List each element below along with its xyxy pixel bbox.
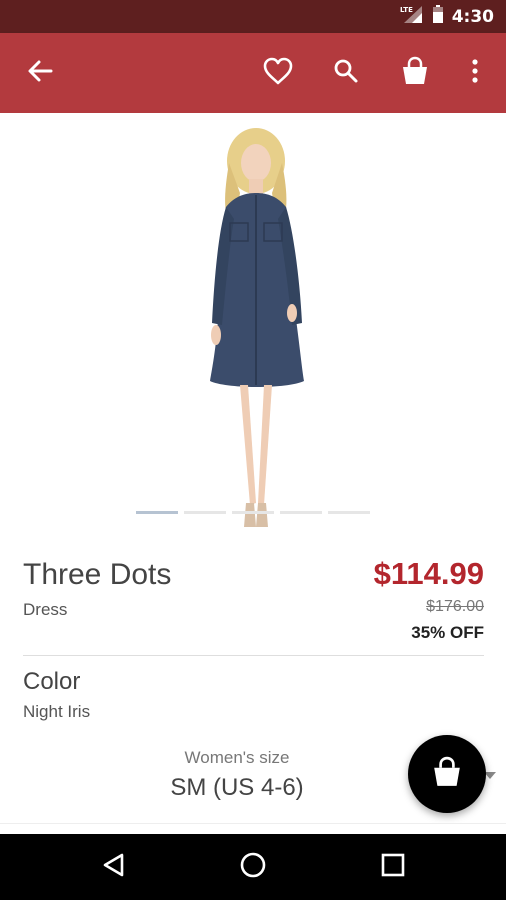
product-image-gallery[interactable] — [0, 113, 506, 538]
nav-back-button[interactable] — [92, 845, 136, 889]
image-pager — [136, 511, 370, 514]
status-time: 4:30 — [451, 6, 494, 27]
status-icons: LTE 4:30 — [400, 0, 494, 33]
shopping-bag-icon — [400, 56, 430, 91]
home-circle-icon — [239, 851, 267, 884]
size-label: Women's size — [184, 748, 290, 767]
system-nav-bar — [0, 834, 506, 900]
lte-signal-icon: LTE — [400, 4, 424, 29]
nav-recents-button[interactable] — [371, 845, 415, 889]
product-image — [210, 128, 304, 527]
color-section[interactable]: Color Night Iris — [23, 668, 90, 722]
content-bottom-edge — [0, 823, 506, 834]
pager-indicator[interactable] — [184, 511, 226, 514]
battery-icon — [432, 4, 444, 29]
back-arrow-icon — [27, 58, 53, 89]
section-divider — [23, 655, 484, 656]
pager-indicator[interactable] — [328, 511, 370, 514]
color-value: Night Iris — [23, 702, 91, 721]
app-bar — [0, 33, 506, 113]
shopping-bag-icon — [431, 756, 463, 793]
pager-indicator[interactable] — [136, 511, 178, 514]
heart-icon — [263, 57, 293, 90]
color-label: Color — [23, 668, 81, 695]
back-triangle-icon — [101, 852, 127, 883]
search-button[interactable] — [324, 51, 368, 95]
overflow-menu-icon — [471, 58, 479, 89]
pager-indicator[interactable] — [232, 511, 274, 514]
wishlist-button[interactable] — [256, 51, 300, 95]
cart-button[interactable] — [393, 51, 437, 95]
status-bar: LTE 4:30 — [0, 0, 506, 33]
add-to-bag-button[interactable] — [408, 735, 486, 813]
sale-price: $114.99 — [373, 556, 484, 591]
overflow-menu-button[interactable] — [453, 51, 497, 95]
nav-home-button[interactable] — [231, 845, 275, 889]
discount-badge: 35% OFF — [411, 623, 484, 642]
network-label: LTE — [400, 6, 413, 14]
original-price: $176.00 — [426, 598, 484, 615]
product-brand: Three Dots — [23, 558, 172, 591]
recents-square-icon — [381, 853, 405, 882]
back-button[interactable] — [18, 51, 62, 95]
pager-indicator[interactable] — [280, 511, 322, 514]
product-info: Three Dots Dress $114.99 $176.00 35% OFF — [0, 538, 506, 656]
search-icon — [333, 58, 359, 89]
product-category: Dress — [23, 600, 68, 619]
size-value: SM (US 4-6) — [170, 774, 304, 801]
size-selector[interactable]: Women's size SM (US 4-6) — [0, 748, 474, 802]
